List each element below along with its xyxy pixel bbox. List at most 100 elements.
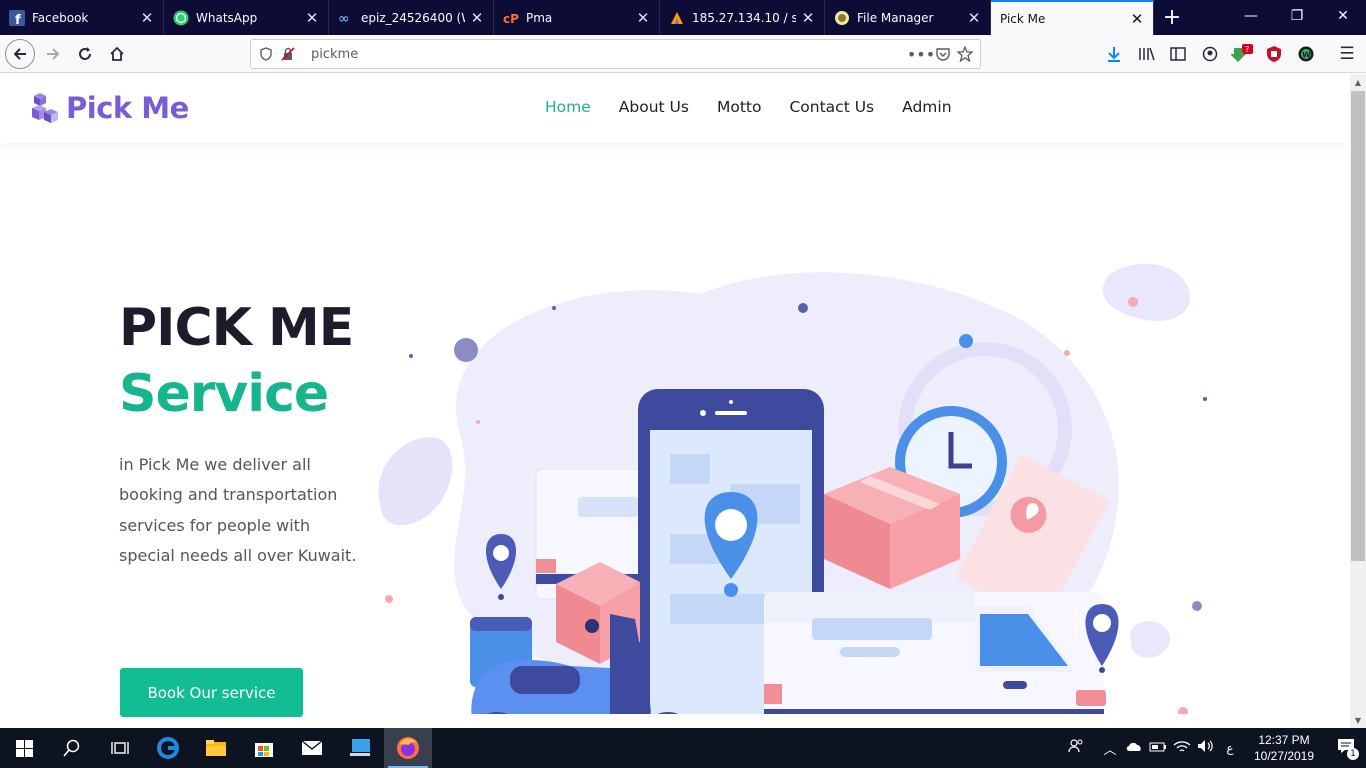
nav-contact-us[interactable]: Contact Us [789,98,874,116]
onedrive-icon[interactable] [1122,740,1146,756]
taskbar-store[interactable] [240,728,288,768]
scroll-up-icon[interactable]: ▲ [1350,74,1366,90]
phpmyadmin-icon [669,10,685,26]
minimize-button[interactable]: — [1228,0,1274,32]
start-button[interactable] [0,728,48,768]
file-manager-icon [834,10,850,26]
site-logo[interactable]: Pick Me [30,90,189,126]
ublock-extension-icon[interactable] [1263,43,1285,65]
pocket-icon[interactable] [932,43,954,65]
whatsapp-icon [173,10,189,26]
delivery-illustration [378,263,1207,714]
forward-button[interactable] [38,39,68,69]
close-tab-icon[interactable]: ✕ [465,9,489,27]
tab-epiz[interactable]: ∞ epiz_24526400 (Web ✕ [329,0,494,35]
back-button[interactable] [5,39,35,69]
boxes-logo-icon [32,93,58,123]
cpanel-icon: cP [503,10,519,26]
new-tab-button[interactable]: + [1154,0,1190,35]
facebook-icon: f [9,9,25,26]
site-header: Pick Me Home About Us Motto Contact Us A… [0,74,1350,143]
hero-subtitle: Service [119,364,329,424]
close-tab-icon[interactable]: ✕ [300,9,324,27]
hamburger-menu-icon[interactable]: ☰ [1336,43,1358,65]
action-center-icon[interactable]: 1 [1326,738,1366,760]
taskbar-mail[interactable] [288,728,336,768]
nav-motto[interactable]: Motto [717,98,762,116]
url-text[interactable]: pickme [311,47,910,62]
svg-text:cP: cP [503,12,519,26]
address-bar[interactable]: pickme ••• [250,39,981,69]
tab-whatsapp[interactable]: WhatsApp ✕ [164,0,329,35]
mail-icon [301,740,323,755]
nav-admin[interactable]: Admin [902,98,951,116]
chevron-up-icon[interactable]: ︿ [1098,739,1122,758]
task-view-button[interactable] [96,728,144,768]
download-helper-extension-icon[interactable]: ? [1231,43,1253,65]
navigation-toolbar: pickme ••• ? W ☰ [0,35,1366,73]
firefox-icon [397,737,419,759]
tab-pma[interactable]: cP Pma ✕ [494,0,660,35]
infinityfree-icon: ∞ [338,10,354,26]
tab-title: Pma [526,10,553,25]
clock-time: 12:37 PM [1258,733,1310,747]
monitor-icon [350,739,370,756]
restore-button[interactable]: ❐ [1274,0,1320,32]
task-view-icon [111,742,129,754]
volume-icon[interactable] [1194,739,1218,757]
page-scrollbar[interactable]: ▲ ▼ [1350,74,1366,728]
tab-sql[interactable]: 185.27.134.10 / sql3 ✕ [660,0,825,35]
wappalyzer-extension-icon[interactable]: W [1295,43,1317,65]
tab-title: Pick Me [1000,11,1046,26]
system-tray: ︿ ع 12:37 PM 10/27/2019 1 [1064,728,1366,768]
input-language[interactable]: ع [1218,741,1242,755]
close-tab-icon[interactable]: ✕ [962,9,986,27]
battery-icon[interactable] [1146,741,1170,756]
clock[interactable]: 12:37 PM 10/27/2019 [1242,732,1326,764]
close-tab-icon[interactable]: ✕ [631,9,655,27]
taskbar-edge[interactable] [144,728,192,768]
search-button[interactable] [48,728,96,768]
nav-home[interactable]: Home [545,98,591,116]
webpage: Pick Me Home About Us Motto Contact Us A… [0,74,1350,728]
book-service-button[interactable]: Book Our service [120,668,303,717]
scroll-down-icon[interactable]: ▼ [1350,712,1366,728]
sidebar-icon[interactable] [1167,43,1189,65]
bookmark-star-icon[interactable] [954,43,976,65]
download-icon[interactable] [1103,43,1125,65]
nav-about-us[interactable]: About Us [619,98,689,116]
close-tab-icon[interactable]: ✕ [796,9,820,27]
hero-title: PICK ME [119,298,354,358]
edge-icon [157,737,179,759]
tab-file-manager[interactable]: File Manager ✕ [825,0,991,35]
home-button[interactable] [102,39,132,69]
account-icon[interactable] [1199,43,1221,65]
wifi-icon[interactable] [1170,739,1194,757]
search-icon [63,739,80,757]
library-icon[interactable] [1136,43,1158,65]
scrollbar-thumb[interactable] [1351,91,1365,561]
logo-text: Pick Me [66,91,189,125]
tab-title: 185.27.134.10 / sql3 [692,10,796,25]
notification-count: 1 [1347,748,1359,760]
shield-icon[interactable] [255,43,277,65]
tab-title: WhatsApp [196,10,258,25]
svg-text:?: ? [1245,45,1249,54]
taskbar-file-explorer[interactable] [192,728,240,768]
hero-description: in Pick Me we deliver all booking and tr… [119,455,357,566]
reload-button[interactable] [70,39,100,69]
windows-logo-icon [15,739,33,757]
clock-date: 10/27/2019 [1253,749,1315,763]
taskbar-firefox[interactable] [384,728,432,768]
close-tab-icon[interactable]: ✕ [1125,10,1149,28]
insecure-lock-icon[interactable] [277,43,299,65]
tab-title: File Manager [857,10,934,25]
tab-strip: f Facebook ✕ WhatsApp ✕ ∞ epiz_24526400 … [0,0,1366,35]
close-tab-icon[interactable]: ✕ [135,9,159,27]
taskbar-remote-app[interactable] [336,728,384,768]
people-icon[interactable] [1064,739,1088,757]
window-close-button[interactable]: ✕ [1320,0,1366,32]
tab-pick-me[interactable]: Pick Me ✕ [991,0,1154,35]
tab-facebook[interactable]: f Facebook ✕ [0,0,164,35]
page-actions-icon[interactable]: ••• [907,43,935,65]
